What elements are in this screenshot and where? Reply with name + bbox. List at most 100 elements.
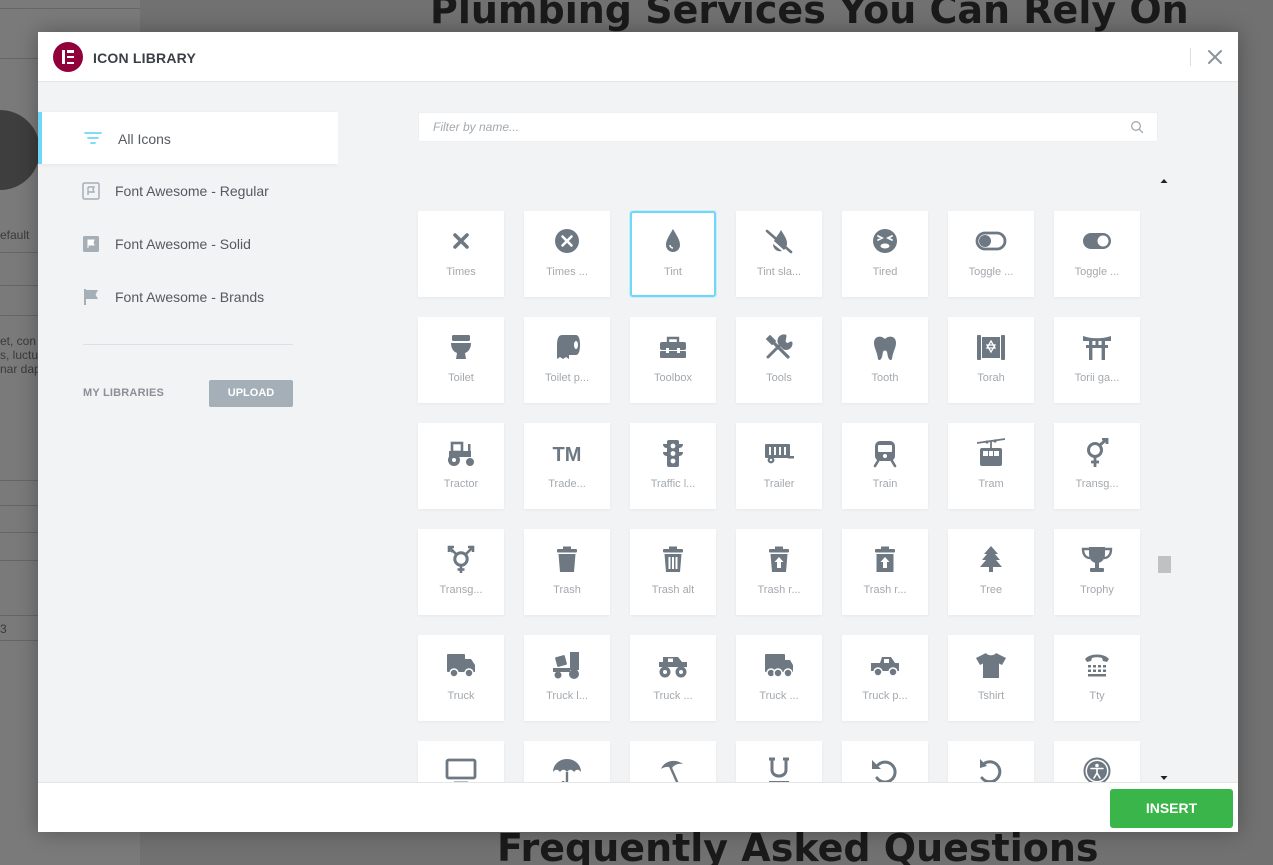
icon-tile-label: Tired [872, 266, 898, 278]
icon-tile-label: Tree [979, 584, 1003, 596]
icon-tile[interactable]: Truck [418, 635, 504, 721]
icon-tile[interactable]: Traffic l... [630, 423, 716, 509]
insert-button[interactable]: INSERT [1110, 789, 1233, 828]
icon-tile[interactable]: Tree [948, 529, 1034, 615]
icon-tile[interactable]: Tractor [418, 423, 504, 509]
sidebar-item-label: Font Awesome - Regular [115, 183, 269, 199]
icon-tile[interactable]: Truck p... [842, 635, 928, 721]
icon-tile-label: Toilet [448, 372, 474, 384]
icon-tile[interactable] [418, 741, 504, 782]
icon-tile-label: Trash r... [863, 584, 907, 596]
icon-tile[interactable]: Trash [524, 529, 610, 615]
search-input[interactable] [419, 113, 1119, 141]
icon-tile[interactable]: Trash alt [630, 529, 716, 615]
modal-header: ICON LIBRARY [38, 32, 1238, 82]
scroll-down-arrow-icon[interactable] [1159, 769, 1169, 780]
truck-icon [444, 650, 478, 680]
icon-tile-label: Torii ga... [1074, 372, 1120, 384]
icon-tile[interactable]: Tram [948, 423, 1034, 509]
icon-tile[interactable]: Times ... [524, 211, 610, 297]
scroll-up-arrow-icon[interactable] [1159, 172, 1169, 183]
torah-icon [974, 332, 1008, 362]
icon-tile[interactable]: Transg... [418, 529, 504, 615]
icon-tile-label: Truck p... [862, 690, 908, 702]
icon-tile-label: Trailer [763, 478, 795, 490]
filter-lines-icon [84, 129, 102, 147]
icon-tile-label: Trash r... [757, 584, 801, 596]
icon-tile[interactable]: Toilet [418, 317, 504, 403]
toolbox-icon [656, 332, 690, 362]
icon-tile-label: Trash alt [651, 584, 695, 596]
icon-tile[interactable] [948, 741, 1034, 782]
icon-tile-label: Toggle ... [968, 266, 1014, 278]
icon-tile[interactable] [736, 741, 822, 782]
icon-tile[interactable]: Tired [842, 211, 928, 297]
icon-tile[interactable] [524, 741, 610, 782]
umbrella-beach-icon [656, 756, 690, 782]
icon-tile[interactable]: Truck ... [736, 635, 822, 721]
icon-tile-label: Transg... [439, 584, 483, 596]
icon-tile[interactable]: Torii ga... [1054, 317, 1140, 403]
tooth-icon [868, 332, 902, 362]
icon-tile[interactable]: Trailer [736, 423, 822, 509]
tshirt-icon [974, 650, 1008, 680]
background-text: nar dap [0, 362, 41, 376]
sidebar-item-label: Font Awesome - Solid [115, 236, 251, 252]
icon-tile[interactable]: Tools [736, 317, 822, 403]
close-icon[interactable] [1204, 46, 1226, 68]
icon-tile[interactable] [630, 741, 716, 782]
sidebar-item-fa-solid[interactable]: Font Awesome - Solid [38, 218, 338, 270]
icon-tile[interactable]: Transg... [1054, 423, 1140, 509]
tint-icon [656, 226, 690, 256]
sidebar-item-fa-brands[interactable]: Font Awesome - Brands [38, 271, 338, 323]
tractor-icon [444, 438, 478, 468]
icon-tile[interactable]: Toilet p... [524, 317, 610, 403]
flag-outline-icon [82, 182, 100, 200]
toggle-on-icon [1080, 226, 1114, 256]
icon-tile-label: Toilet p... [544, 372, 590, 384]
icon-tile[interactable]: Tooth [842, 317, 928, 403]
background-heading: Plumbing Services You Can Rely On [430, 0, 1189, 32]
icon-tile-label: Trade... [548, 478, 586, 490]
icon-tile-label: Truck [447, 690, 475, 702]
icon-tile[interactable]: Truck l... [524, 635, 610, 721]
icon-tile[interactable]: Trophy [1054, 529, 1140, 615]
icon-tile[interactable] [1054, 741, 1140, 782]
icon-tile[interactable]: Toolbox [630, 317, 716, 403]
icon-tile[interactable]: Trash r... [736, 529, 822, 615]
icon-tile[interactable]: TM Trade... [524, 423, 610, 509]
sidebar-item-fa-regular[interactable]: Font Awesome - Regular [38, 165, 338, 217]
transgender-icon [1080, 437, 1114, 468]
times-icon [444, 226, 478, 256]
icon-tile[interactable]: Trash r... [842, 529, 928, 615]
icon-tile-label: Tint sla... [756, 266, 802, 278]
sidebar-item-all-icons[interactable]: All Icons [38, 112, 338, 164]
elementor-logo-icon [53, 42, 83, 72]
icon-tile[interactable]: Tint [630, 211, 716, 297]
sidebar-item-label: All Icons [118, 131, 171, 147]
icon-tile-label: Trophy [1080, 584, 1114, 596]
icon-tile[interactable]: Tshirt [948, 635, 1034, 721]
icon-tile[interactable] [842, 741, 928, 782]
icon-tile[interactable]: Times [418, 211, 504, 297]
icon-tile[interactable]: Toggle ... [1054, 211, 1140, 297]
umbrella-icon [550, 756, 584, 782]
background-text: et, con [0, 334, 37, 348]
icon-tile[interactable]: Tint sla... [736, 211, 822, 297]
tv-icon [444, 756, 478, 782]
sidebar-item-label: Font Awesome - Brands [115, 289, 265, 305]
icon-tile[interactable]: Toggle ... [948, 211, 1034, 297]
background-text: efault [0, 228, 30, 242]
scrollbar-thumb[interactable] [1158, 556, 1171, 573]
icon-tile[interactable]: Train [842, 423, 928, 509]
background-text: s, luctu [0, 348, 39, 362]
underline-icon [762, 756, 796, 782]
upload-button[interactable]: UPLOAD [209, 380, 293, 407]
search-icon[interactable] [1130, 120, 1144, 134]
times-circle-icon [550, 226, 584, 256]
icon-tile[interactable]: Tty [1054, 635, 1140, 721]
trash-restore-icon [762, 544, 796, 574]
icon-tile[interactable]: Torah [948, 317, 1034, 403]
icon-tile[interactable]: Truck ... [630, 635, 716, 721]
icon-tile-label: Tools [766, 372, 792, 384]
